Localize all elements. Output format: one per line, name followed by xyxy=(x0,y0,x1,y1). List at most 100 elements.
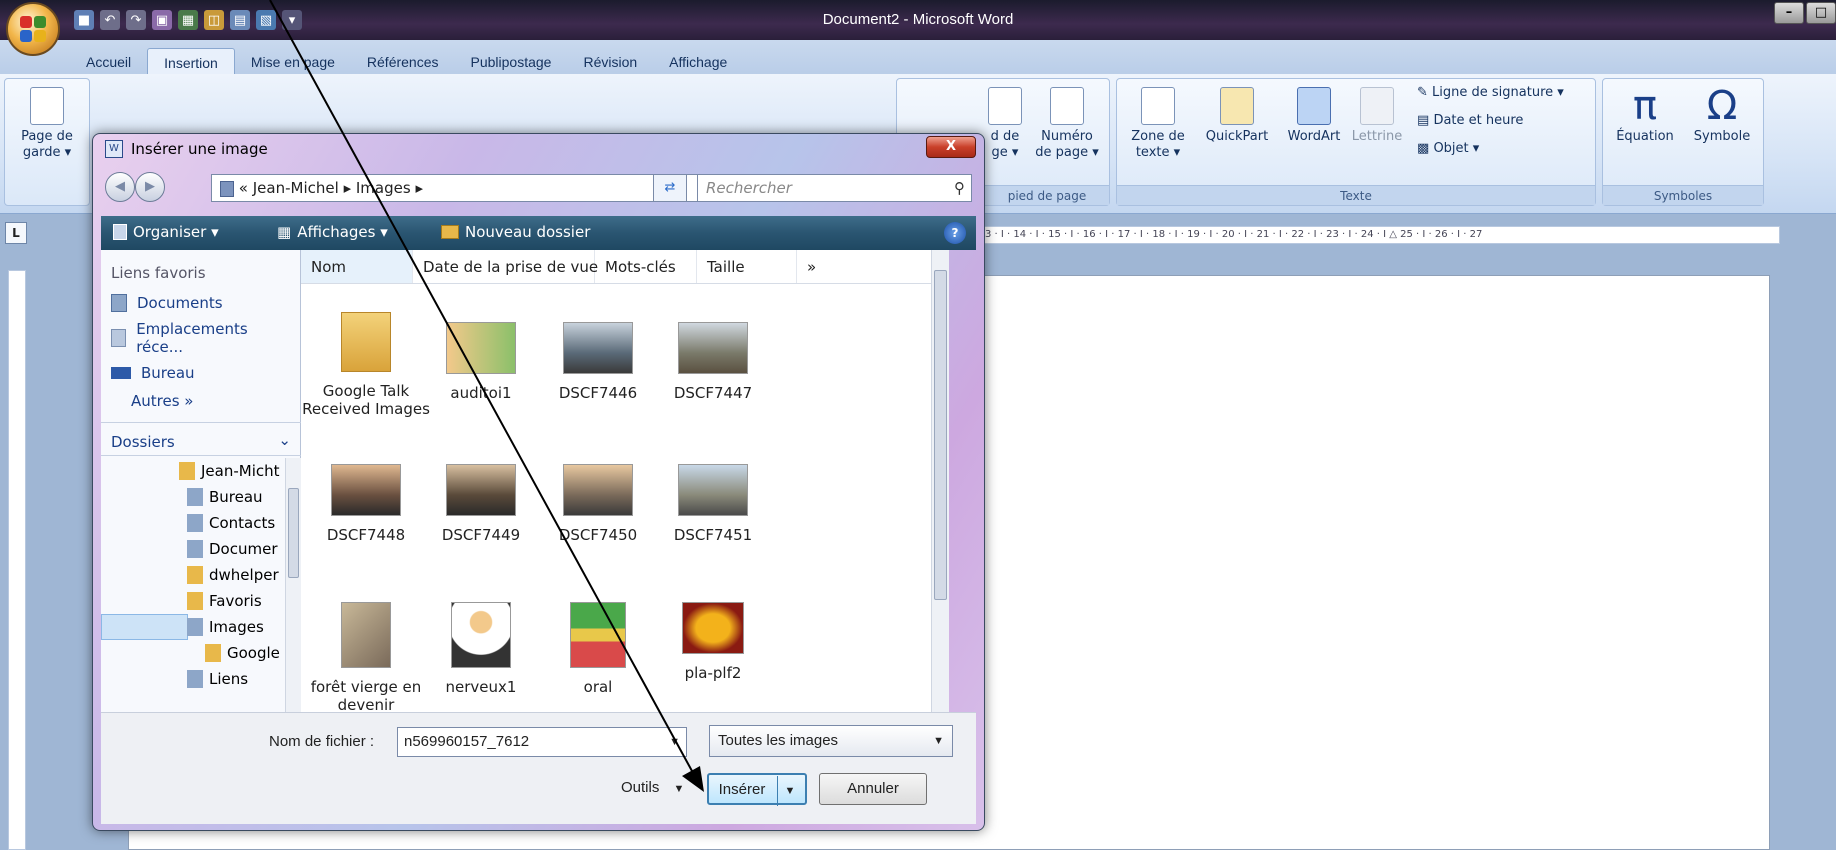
breadcrumb-separator[interactable]: ▸ xyxy=(344,179,352,197)
file-item[interactable]: DSCF7450 xyxy=(533,464,663,544)
office-button[interactable] xyxy=(6,2,60,56)
file-item[interactable]: Google Talk Received Images xyxy=(301,312,431,418)
tab-affichage[interactable]: Affichage xyxy=(653,48,743,77)
file-scroll-thumb[interactable] xyxy=(934,270,947,600)
tree-item-google[interactable]: Google xyxy=(101,640,301,666)
search-input[interactable]: Rechercher ⚲ xyxy=(697,174,972,202)
favorite-bureau[interactable]: Bureau xyxy=(101,360,300,386)
file-item[interactable]: nerveux1 xyxy=(416,602,546,696)
inserer-button[interactable]: Insérer ▼ xyxy=(707,773,807,806)
column-nom[interactable]: Nom xyxy=(301,250,413,283)
more-columns-button[interactable]: » xyxy=(797,250,837,283)
entete-button[interactable]: d de ge ▾ xyxy=(985,87,1025,161)
tree-item-dwhelper[interactable]: dwhelper xyxy=(101,562,301,588)
filename-input[interactable]: n569960157_7612 ▼ xyxy=(397,727,687,757)
horizontal-ruler[interactable]: 3 · I · 14 · I · 15 · I · 16 · I · 17 · … xyxy=(980,226,1780,244)
star-folder-icon xyxy=(187,592,203,610)
dossiers-header[interactable]: Dossiers ⌄ xyxy=(101,422,301,456)
tree-scroll-thumb[interactable] xyxy=(288,488,299,578)
breadcrumb-images[interactable]: Images xyxy=(356,179,411,197)
folder-icon xyxy=(187,488,203,506)
tree-label: Favoris xyxy=(209,592,262,610)
tree-item-images[interactable]: Images xyxy=(101,614,264,640)
tree-label: Bureau xyxy=(209,488,263,506)
lettrine-button[interactable]: Lettrine xyxy=(1347,87,1407,145)
file-item[interactable]: pla-plf2 xyxy=(648,602,778,682)
autres-link[interactable]: Autres » xyxy=(101,386,300,416)
file-type-value: Toutes les images xyxy=(718,732,839,749)
folder-icon xyxy=(179,462,195,480)
page-de-garde-label: Page de xyxy=(21,129,73,144)
tree-item-liens[interactable]: Liens xyxy=(101,666,301,692)
organiser-button[interactable]: Organiser ▾ xyxy=(113,223,219,241)
column-date[interactable]: Date de la prise de vue xyxy=(413,250,598,283)
vertical-ruler[interactable] xyxy=(8,270,26,850)
file-item[interactable]: DSCF7447 xyxy=(648,322,778,402)
nouveau-dossier-label: Nouveau dossier xyxy=(465,223,591,241)
file-item[interactable]: DSCF7448 xyxy=(301,464,431,544)
page-de-garde-button[interactable]: Page de garde ▾ xyxy=(9,87,85,161)
wordart-button[interactable]: WordArt xyxy=(1279,87,1349,145)
views-icon: ▦ xyxy=(277,223,292,241)
tree-item-bureau[interactable]: Bureau xyxy=(101,484,301,510)
maximize-button[interactable]: □ xyxy=(1806,2,1836,24)
chevron-down-icon[interactable]: ▼ xyxy=(669,728,680,756)
tab-insertion[interactable]: Insertion xyxy=(147,48,235,77)
file-item[interactable]: DSCF7446 xyxy=(533,322,663,402)
tree-item-favoris[interactable]: Favoris xyxy=(101,588,301,614)
symbole-button[interactable]: Ω Symbole xyxy=(1683,83,1761,145)
search-icon[interactable]: ⚲ xyxy=(954,175,965,201)
zone-texte-button[interactable]: Zone de texte ▾ xyxy=(1121,87,1195,161)
file-type-select[interactable]: Toutes les images ▼ xyxy=(709,725,953,757)
favorite-recent-places[interactable]: Emplacements réce... xyxy=(101,316,300,360)
forward-button[interactable]: ▶ xyxy=(135,172,165,202)
affichages-button[interactable]: ▦ Affichages ▾ xyxy=(277,223,388,241)
dialog-close-button[interactable]: X xyxy=(926,136,976,158)
nouveau-dossier-button[interactable]: Nouveau dossier xyxy=(441,223,590,241)
file-name: Google Talk Received Images xyxy=(302,382,430,418)
tab-accueil[interactable]: Accueil xyxy=(70,48,147,77)
file-item[interactable]: DSCF7451 xyxy=(648,464,778,544)
column-taille[interactable]: Taille xyxy=(697,250,797,283)
equation-button[interactable]: π Équation xyxy=(1607,83,1683,145)
dossiers-label: Dossiers xyxy=(111,433,175,451)
ligne-signature-button[interactable]: ✎ Ligne de signature ▾ xyxy=(1417,85,1593,101)
back-button[interactable]: ◀ xyxy=(105,172,135,202)
help-icon[interactable]: ? xyxy=(944,222,966,244)
tab-mise-en-page[interactable]: Mise en page xyxy=(235,48,351,77)
tab-references[interactable]: Références xyxy=(351,48,455,77)
tree-item-jean-michel[interactable]: Jean-Micht xyxy=(101,458,301,484)
inserer-dropdown-icon[interactable]: ▼ xyxy=(777,776,795,806)
breadcrumb-user[interactable]: Jean-Michel xyxy=(253,179,339,197)
annuler-button[interactable]: Annuler xyxy=(819,773,927,805)
refresh-button[interactable]: ⇄ xyxy=(653,174,687,202)
favorite-recent-label: Emplacements réce... xyxy=(136,320,248,356)
chevron-down-icon[interactable]: ▼ xyxy=(933,726,944,756)
file-list-scrollbar[interactable] xyxy=(931,250,949,712)
numero-page-button[interactable]: Numéro de page ▾ xyxy=(1025,87,1109,161)
path-overflow[interactable]: « xyxy=(239,179,248,197)
file-item[interactable]: auditoi1 xyxy=(416,322,546,402)
minimize-button[interactable]: – xyxy=(1774,2,1804,24)
tree-scrollbar[interactable] xyxy=(285,458,301,712)
outils-button[interactable]: Outils ▼ xyxy=(621,779,684,796)
favorite-documents[interactable]: Documents xyxy=(101,290,300,316)
address-bar[interactable]: « Jean-Michel ▸ Images ▸ ▼ xyxy=(211,174,711,202)
column-mots-cles[interactable]: Mots-clés xyxy=(595,250,697,283)
tree-label: Contacts xyxy=(209,514,276,532)
tab-selector[interactable]: L xyxy=(5,222,27,244)
date-heure-button[interactable]: ▤ Date et heure xyxy=(1417,113,1593,129)
image-thumbnail xyxy=(563,322,633,374)
objet-button[interactable]: ▩ Objet ▾ xyxy=(1417,141,1593,157)
file-item[interactable]: DSCF7449 xyxy=(416,464,546,544)
group-texte-label: Texte xyxy=(1117,185,1595,205)
quickpart-button[interactable]: QuickPart xyxy=(1197,87,1277,145)
tree-item-documents[interactable]: Documer xyxy=(101,536,301,562)
file-item[interactable]: forêt vierge en devenir xyxy=(301,602,431,714)
tab-publipostage[interactable]: Publipostage xyxy=(455,48,568,77)
tree-item-contacts[interactable]: Contacts xyxy=(101,510,301,536)
breadcrumb-separator-2[interactable]: ▸ xyxy=(415,179,423,197)
tab-revision[interactable]: Révision xyxy=(567,48,653,77)
file-item[interactable]: oral xyxy=(533,602,663,696)
back-arrow-icon: ◀ xyxy=(115,179,125,194)
